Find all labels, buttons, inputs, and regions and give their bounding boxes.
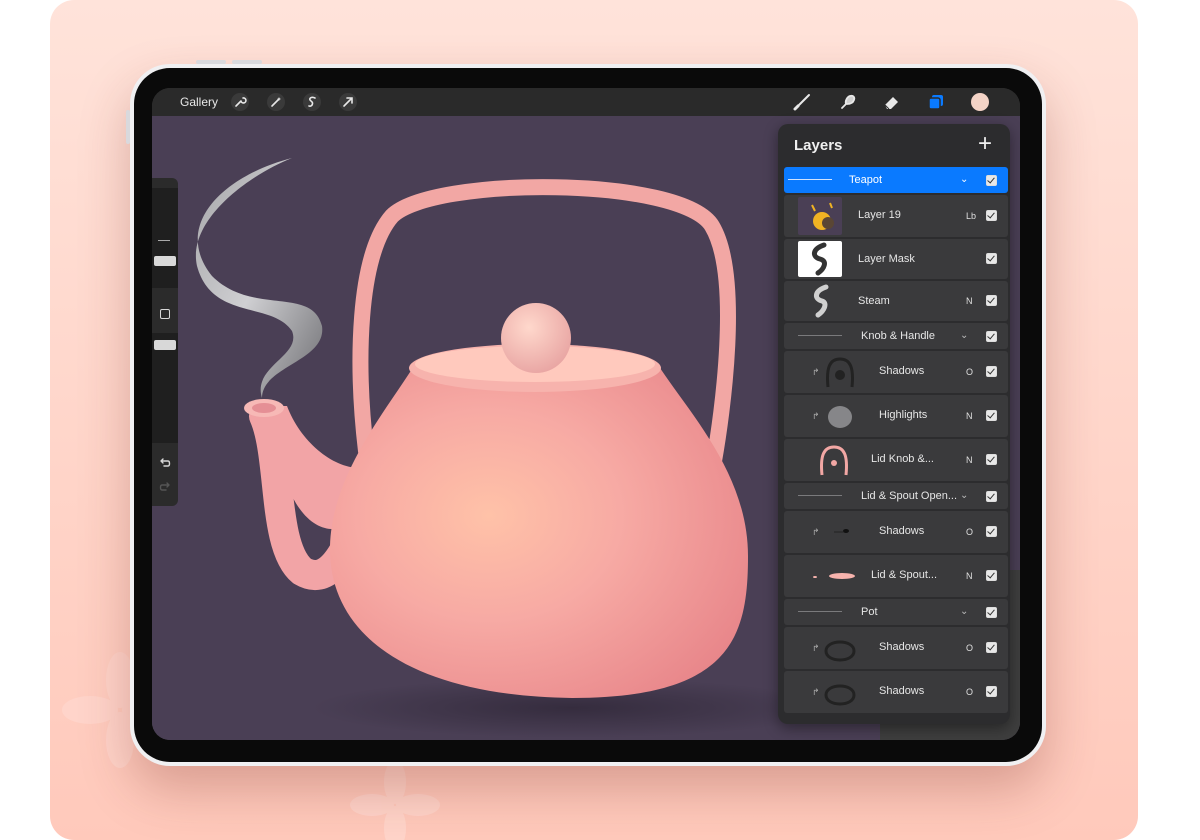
visibility-checkbox[interactable]	[986, 175, 997, 186]
visibility-checkbox[interactable]	[986, 607, 997, 618]
opacity-handle[interactable]	[154, 340, 176, 350]
layer-thumbnail	[818, 513, 862, 551]
layer-group-teapot[interactable]: Teapot ⌄	[784, 167, 1008, 193]
layer-name: Pot	[861, 606, 878, 618]
redo-icon[interactable]	[158, 480, 172, 494]
visibility-checkbox[interactable]	[986, 295, 997, 306]
layer-thumbnail	[812, 441, 856, 479]
teapot-artwork	[195, 158, 832, 738]
brush-icon[interactable]	[792, 92, 812, 112]
blend-mode[interactable]: O	[966, 367, 973, 377]
group-line	[798, 335, 842, 336]
visibility-checkbox[interactable]	[986, 570, 997, 581]
layer-name: Layer 19	[858, 209, 901, 221]
blend-mode[interactable]: O	[966, 687, 973, 697]
layer-name: Highlights	[879, 409, 928, 421]
layer-name: Lid & Spout Open...	[861, 490, 958, 502]
ipad-top-button-2	[232, 60, 262, 64]
magic-wand-icon[interactable]	[266, 92, 286, 112]
visibility-checkbox[interactable]	[986, 410, 997, 421]
layer-group-knob-handle[interactable]: Knob & Handle ⌄	[784, 323, 1008, 349]
layer-name: Steam	[858, 295, 890, 307]
gallery-button[interactable]: Gallery	[180, 95, 218, 109]
layers-icon[interactable]	[926, 92, 946, 112]
blend-mode[interactable]: N	[966, 411, 973, 421]
layer-name: Shadows	[879, 641, 925, 653]
layer-row-steam[interactable]: Steam N	[784, 281, 1008, 321]
layer-thumbnail	[798, 197, 842, 235]
layer-row-highlights[interactable]: ↱ Highlights N	[784, 395, 1008, 437]
ipad-top-button	[196, 60, 226, 64]
ipad-volume-button	[126, 110, 130, 144]
decorative-flower-bottom	[350, 760, 440, 840]
visibility-checkbox[interactable]	[986, 686, 997, 697]
wrench-icon[interactable]	[230, 92, 250, 112]
layer-row-layer-mask[interactable]: Layer Mask	[784, 239, 1008, 279]
visibility-checkbox[interactable]	[986, 366, 997, 377]
procreate-screen: Gallery Layers + Teapot ⌄ Layer 19 Lb La…	[152, 88, 1020, 740]
blend-mode[interactable]: N	[966, 296, 973, 306]
blend-mode[interactable]: Lb	[966, 211, 976, 221]
group-line	[798, 611, 842, 612]
undo-icon[interactable]	[158, 456, 172, 470]
layer-row-layer-19[interactable]: Layer 19 Lb	[784, 195, 1008, 237]
chevron-down-icon[interactable]: ⌄	[960, 330, 968, 341]
add-layer-button[interactable]: +	[978, 132, 992, 156]
layers-title: Layers	[794, 137, 843, 154]
chevron-down-icon[interactable]: ⌄	[960, 490, 968, 501]
layer-group-pot[interactable]: Pot ⌄	[784, 599, 1008, 625]
layer-thumbnail	[818, 673, 862, 711]
left-sidebar	[152, 178, 178, 506]
chevron-down-icon[interactable]: ⌄	[960, 606, 968, 617]
selection-s-icon[interactable]	[302, 92, 322, 112]
layer-name: Lid Knob &...	[871, 453, 934, 465]
visibility-checkbox[interactable]	[986, 642, 997, 653]
layer-thumbnail	[818, 397, 862, 435]
brush-size-handle[interactable]	[154, 256, 176, 266]
brush-size-slider[interactable]	[152, 188, 178, 288]
layer-group-lid-spout-open[interactable]: Lid & Spout Open... ⌄	[784, 483, 1008, 509]
eraser-icon[interactable]	[882, 92, 902, 112]
smudge-icon[interactable]	[838, 92, 858, 112]
chevron-down-icon[interactable]: ⌄	[960, 174, 968, 185]
layer-row-shadows-2[interactable]: ↱ Shadows O	[784, 511, 1008, 553]
layers-panel: Layers + Teapot ⌄ Layer 19 Lb Layer Mask	[778, 124, 1010, 724]
visibility-checkbox[interactable]	[986, 454, 997, 465]
layer-name: Layer Mask	[858, 253, 915, 265]
drawing-canvas[interactable]	[152, 116, 880, 740]
layer-name: Shadows	[879, 365, 925, 377]
layer-thumbnail	[812, 557, 862, 595]
brush-size-indicator	[158, 240, 170, 241]
layer-thumbnail	[798, 241, 842, 277]
layer-name: Teapot	[849, 174, 883, 186]
layer-row-lid-knob[interactable]: Lid Knob &... N	[784, 439, 1008, 481]
layer-name: Knob & Handle	[861, 330, 935, 342]
blend-mode[interactable]: N	[966, 571, 973, 581]
transform-arrow-icon[interactable]	[338, 92, 358, 112]
modify-square-icon[interactable]	[160, 309, 170, 319]
top-toolbar: Gallery	[152, 88, 1020, 116]
layer-row-shadows[interactable]: ↱ Shadows O	[784, 351, 1008, 393]
layer-thumbnail	[798, 283, 842, 319]
visibility-checkbox[interactable]	[986, 331, 997, 342]
visibility-checkbox[interactable]	[986, 526, 997, 537]
group-line	[798, 495, 842, 496]
blend-mode[interactable]: O	[966, 527, 973, 537]
visibility-checkbox[interactable]	[986, 491, 997, 502]
layer-name: Shadows	[879, 525, 925, 537]
visibility-checkbox[interactable]	[986, 210, 997, 221]
layer-row-lid-spout[interactable]: Lid & Spout... N	[784, 555, 1008, 597]
layer-row-shadows-4[interactable]: ↱ Shadows O	[784, 671, 1008, 713]
color-swatch[interactable]	[970, 92, 990, 112]
layer-row-shadows-3[interactable]: ↱ Shadows O	[784, 627, 1008, 669]
blend-mode[interactable]: O	[966, 643, 973, 653]
layer-name: Shadows	[879, 685, 925, 697]
visibility-checkbox[interactable]	[986, 253, 997, 264]
group-line	[788, 179, 832, 180]
layer-thumbnail	[818, 353, 862, 391]
blend-mode[interactable]: N	[966, 455, 973, 465]
layer-thumbnail	[818, 629, 862, 667]
layer-name: Lid & Spout...	[871, 569, 938, 581]
